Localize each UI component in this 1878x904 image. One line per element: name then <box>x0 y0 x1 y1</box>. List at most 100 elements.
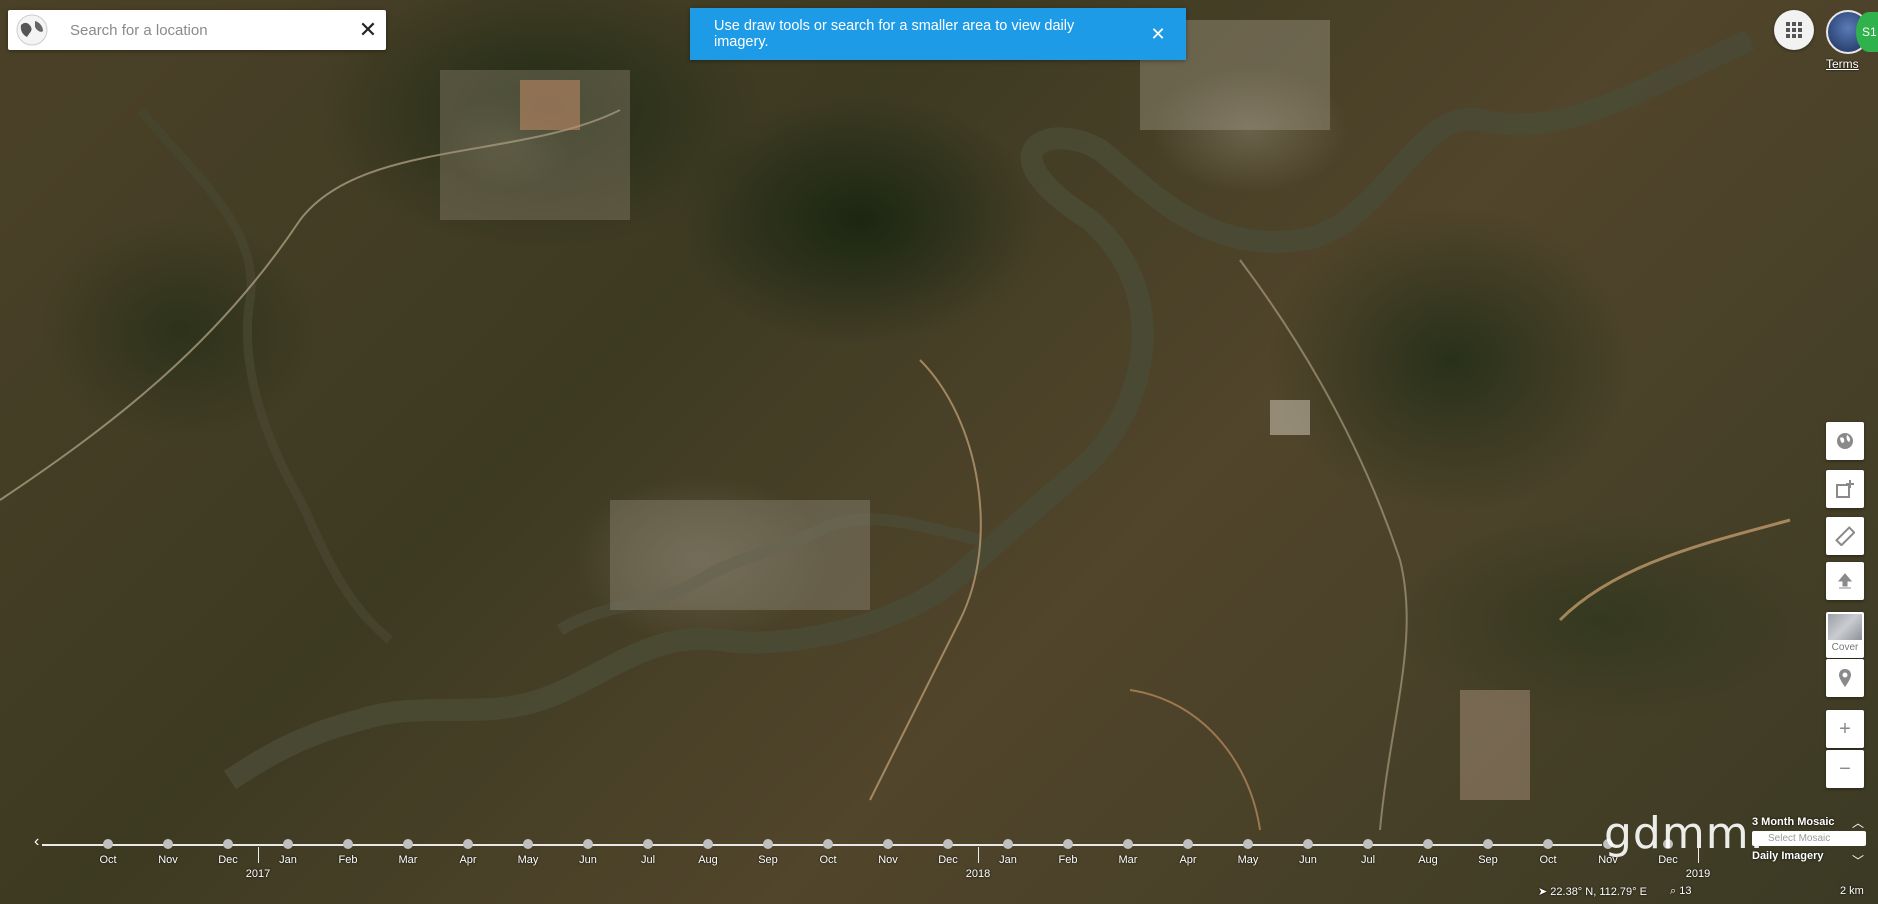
timeline-month-dot[interactable] <box>523 839 533 849</box>
timeline-month-label[interactable]: Jun <box>579 854 597 866</box>
timeline-month-dot[interactable] <box>403 839 413 849</box>
urban-area <box>610 500 870 610</box>
pin-icon <box>1839 669 1851 687</box>
cover-layer-button[interactable]: Cover <box>1826 612 1864 658</box>
timeline-month-dot[interactable] <box>583 839 593 849</box>
timeline-month-label[interactable]: Dec <box>938 854 958 866</box>
coordinates-text: 22.38° N, 112.79° E <box>1550 886 1647 898</box>
timeline-month-label[interactable]: Nov <box>158 854 178 866</box>
chevron-down-icon[interactable]: ﹀ <box>1852 852 1864 869</box>
terms-link[interactable]: Terms <box>1826 57 1859 71</box>
timeline-month-dot[interactable] <box>823 839 833 849</box>
urban-area <box>1460 690 1530 800</box>
measure-button[interactable] <box>1826 517 1864 555</box>
timeline-month-label[interactable]: Oct <box>819 854 836 866</box>
watermark: gdmm. <box>1604 808 1765 859</box>
timeline-month-dot[interactable] <box>1483 839 1493 849</box>
timeline-month-dot[interactable] <box>1003 839 1013 849</box>
mosaic-select-field[interactable]: Select Mosaic <box>1752 831 1866 846</box>
upload-button[interactable] <box>1826 562 1864 600</box>
timeline-month-label[interactable]: Jul <box>1361 854 1375 866</box>
timeline-month-label[interactable]: May <box>518 854 539 866</box>
pin-button[interactable] <box>1826 659 1864 697</box>
timeline-month-dot[interactable] <box>1243 839 1253 849</box>
globe-icon <box>1837 433 1853 449</box>
timeline-month-label[interactable]: Apr <box>459 854 476 866</box>
timeline-year-label: 2018 <box>965 868 991 880</box>
timeline-month-dot[interactable] <box>163 839 173 849</box>
globe-logo-icon[interactable] <box>8 10 56 50</box>
timeline-month-label[interactable]: Jul <box>641 854 655 866</box>
chevron-up-icon[interactable]: ︿ <box>1852 814 1864 831</box>
avatar-badge[interactable]: S1 <box>1856 12 1878 52</box>
mosaic-selector: 3 Month Mosaic Select Mosaic Daily Image… <box>1752 816 1866 862</box>
timeline-month-dot[interactable] <box>643 839 653 849</box>
upload-icon <box>1837 573 1853 589</box>
timeline-year-label: 2017 <box>245 868 271 880</box>
map-features <box>0 20 1791 831</box>
timeline-month-dot[interactable] <box>763 839 773 849</box>
zoom-out-icon: − <box>1839 757 1851 780</box>
timeline-month-label[interactable]: Aug <box>698 854 718 866</box>
timeline-month-label[interactable]: Nov <box>878 854 898 866</box>
banner-close-icon[interactable]: ✕ <box>1130 24 1186 45</box>
timeline-month-dot[interactable] <box>223 839 233 849</box>
road <box>1239 259 1408 831</box>
daily-imagery-label[interactable]: Daily Imagery <box>1752 850 1866 862</box>
urban-area <box>1270 400 1310 435</box>
zoom-level-readout: ⌕ 13 <box>1670 885 1691 898</box>
timeline-month-dot[interactable] <box>703 839 713 849</box>
timeline-month-label[interactable]: Jan <box>999 854 1017 866</box>
timeline-month-dot[interactable] <box>883 839 893 849</box>
river-west <box>136 107 393 644</box>
timeline-month-label[interactable]: Oct <box>1539 854 1556 866</box>
urban-area <box>520 80 580 130</box>
timeline-month-dot[interactable] <box>1423 839 1433 849</box>
timeline-month-label[interactable]: Feb <box>1059 854 1078 866</box>
timeline-year-tick <box>258 847 259 863</box>
timeline-month-label[interactable]: Oct <box>99 854 116 866</box>
timeline-month-dot[interactable] <box>1123 839 1133 849</box>
cover-label: Cover <box>1831 642 1859 653</box>
timeline-month-label[interactable]: Dec <box>218 854 238 866</box>
apps-grid-icon[interactable] <box>1774 10 1814 50</box>
timeline-month-label[interactable]: Apr <box>1179 854 1196 866</box>
mosaic-title[interactable]: 3 Month Mosaic <box>1752 816 1866 828</box>
timeline-month-dot[interactable] <box>463 839 473 849</box>
timeline-month-label[interactable]: Jan <box>279 854 297 866</box>
zoom-level-text: 13 <box>1679 885 1692 897</box>
timeline-month-dot[interactable] <box>1183 839 1193 849</box>
search-clear-close-icon[interactable]: ✕ <box>350 10 386 50</box>
satellite-map[interactable] <box>0 0 1878 904</box>
zoom-out-button[interactable]: − <box>1826 750 1864 788</box>
timeline-month-dot[interactable] <box>943 839 953 849</box>
timeline-year-label: 2019 <box>1685 868 1711 880</box>
search-input[interactable] <box>56 12 350 48</box>
timeline-back-chevron-icon[interactable]: ‹ <box>34 833 39 851</box>
banner-message: Use draw tools or search for a smaller a… <box>714 18 1075 50</box>
globe-view-button[interactable] <box>1826 422 1864 460</box>
timeline-month-dot[interactable] <box>283 839 293 849</box>
timeline-month-dot[interactable] <box>103 839 113 849</box>
timeline-month-label[interactable]: Aug <box>1418 854 1438 866</box>
timeline-month-label[interactable]: Mar <box>1119 854 1138 866</box>
cover-thumbnail <box>1828 614 1862 640</box>
timeline-month-dot[interactable] <box>1063 839 1073 849</box>
timeline-month-dot[interactable] <box>1363 839 1373 849</box>
ruler-icon <box>1835 526 1855 546</box>
timeline-month-label[interactable]: May <box>1238 854 1259 866</box>
draw-shape-icon <box>1836 480 1854 498</box>
timeline-month-dot[interactable] <box>343 839 353 849</box>
timeline-month-dot[interactable] <box>1303 839 1313 849</box>
timeline-month-label[interactable]: Feb <box>339 854 358 866</box>
magnifier-icon: ⌕ <box>1670 885 1677 897</box>
draw-shape-button[interactable] <box>1826 470 1864 508</box>
timeline-month-label[interactable]: Sep <box>758 854 778 866</box>
zoom-in-button[interactable]: + <box>1826 710 1864 748</box>
timeline-month-dot[interactable] <box>1543 839 1553 849</box>
timeline-month-label[interactable]: Mar <box>399 854 418 866</box>
notification-banner: Use draw tools or search for a smaller a… <box>690 8 1186 60</box>
timeline-year-tick <box>978 847 979 863</box>
timeline-month-label[interactable]: Jun <box>1299 854 1317 866</box>
timeline-month-label[interactable]: Sep <box>1478 854 1498 866</box>
